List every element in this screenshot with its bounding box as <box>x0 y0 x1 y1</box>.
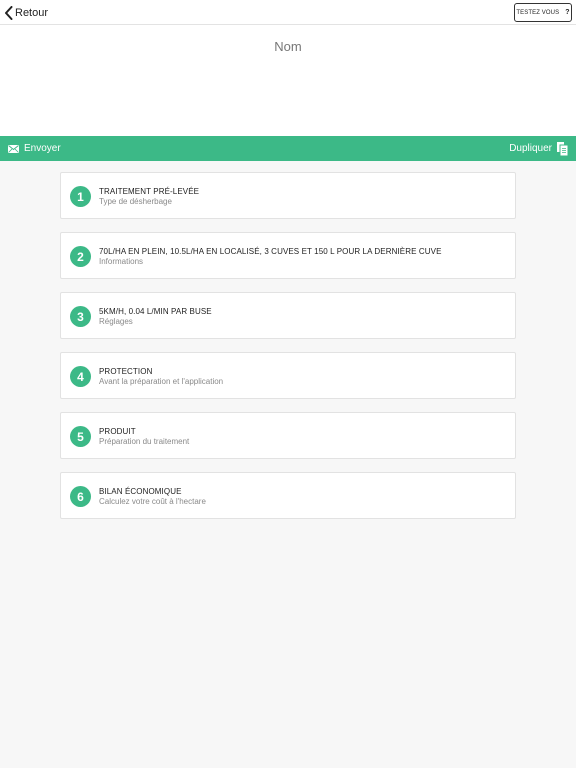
chevron-left-icon <box>5 6 13 20</box>
duplicate-label: Dupliquer <box>509 143 552 154</box>
step-number-badge: 5 <box>70 426 91 447</box>
step-title: PRODUIT <box>99 427 136 436</box>
step-subtitle: Type de désherbage <box>99 197 172 206</box>
copy-document-icon <box>557 141 568 156</box>
question-mark-icon: ? <box>565 9 570 16</box>
step-number-badge: 4 <box>70 366 91 387</box>
step-title: 5KM/H, 0.04 L/MIN PAR BUSE <box>99 307 212 316</box>
back-button[interactable]: Retour <box>4 4 48 22</box>
back-label: Retour <box>15 7 49 19</box>
step-subtitle: Avant la préparation et l'application <box>99 377 224 386</box>
step-subtitle: Préparation du traitement <box>99 437 190 446</box>
testez-vous-button[interactable]: TESTEZ VOUS ? <box>514 3 572 22</box>
send-button[interactable]: Envoyer <box>8 136 61 161</box>
step-card-3[interactable]: 3 5KM/H, 0.04 L/MIN PAR BUSE Réglages <box>60 292 516 339</box>
testez-vous-label: TESTEZ VOUS <box>516 9 560 16</box>
step-card-4[interactable]: 4 PROTECTION Avant la préparation et l'a… <box>60 352 516 399</box>
step-card-1[interactable]: 1 TRAITEMENT PRÉ-LEVÉE Type de désherbag… <box>60 172 516 219</box>
name-section <box>0 25 576 136</box>
step-title: PROTECTION <box>99 367 153 376</box>
step-title: BILAN ÉCONOMIQUE <box>99 487 182 496</box>
step-number-badge: 2 <box>70 246 91 267</box>
step-title: TRAITEMENT PRÉ-LEVÉE <box>99 187 200 196</box>
steps-list: 1 TRAITEMENT PRÉ-LEVÉE Type de désherbag… <box>60 172 516 532</box>
step-title: 70L/HA EN PLEIN, 10.5L/HA EN LOCALISÉ, 3… <box>99 247 442 256</box>
envelope-icon <box>8 144 19 153</box>
step-number-badge: 6 <box>70 486 91 507</box>
name-input[interactable] <box>0 37 576 55</box>
send-label: Envoyer <box>24 143 61 154</box>
top-navigation-bar: Retour TESTEZ VOUS ? <box>0 0 576 25</box>
action-bar: Envoyer Dupliquer <box>0 136 576 161</box>
step-number-badge: 1 <box>70 186 91 207</box>
step-subtitle: Calculez votre coût à l'hectare <box>99 497 206 506</box>
duplicate-button[interactable]: Dupliquer <box>509 136 568 161</box>
step-card-6[interactable]: 6 BILAN ÉCONOMIQUE Calculez votre coût à… <box>60 472 516 519</box>
step-card-5[interactable]: 5 PRODUIT Préparation du traitement <box>60 412 516 459</box>
step-card-2[interactable]: 2 70L/HA EN PLEIN, 10.5L/HA EN LOCALISÉ,… <box>60 232 516 279</box>
step-subtitle: Réglages <box>99 317 133 326</box>
step-subtitle: Informations <box>99 257 144 266</box>
step-number-badge: 3 <box>70 306 91 327</box>
